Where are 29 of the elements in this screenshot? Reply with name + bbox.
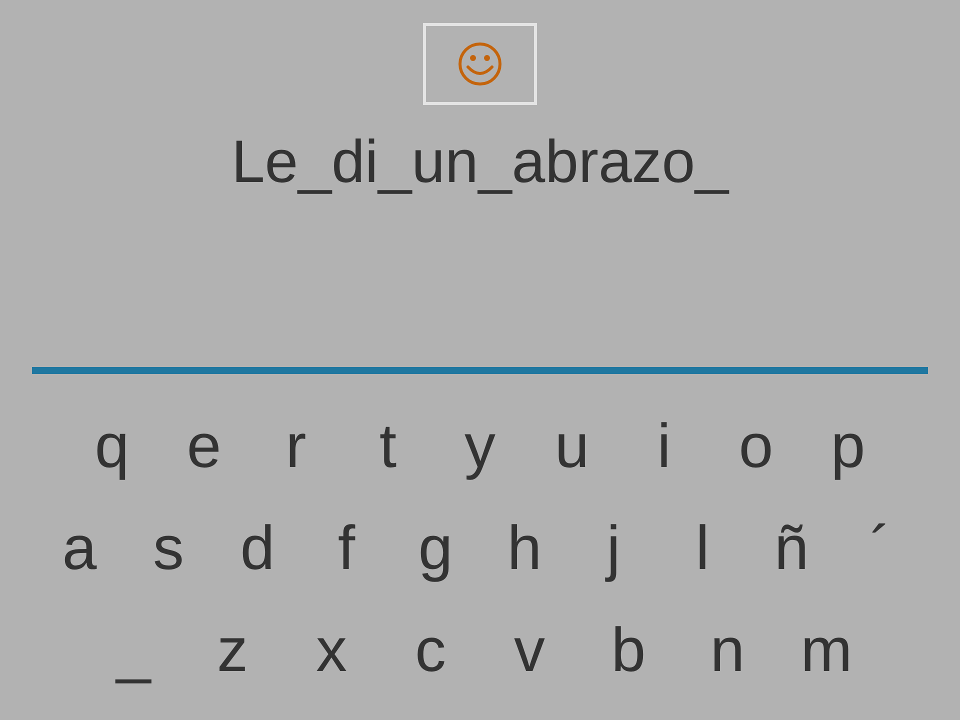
letter-key[interactable]: z [183,611,282,691]
letter-key[interactable]: x [282,611,381,691]
letter-key[interactable]: ñ [747,509,836,589]
letter-key[interactable]: g [391,509,480,589]
letter-key[interactable]: _ [84,611,183,691]
letter-key[interactable]: l [658,509,747,589]
letter-key[interactable]: a [35,509,124,589]
letter-key[interactable]: y [434,407,526,487]
letter-key[interactable]: h [480,509,569,589]
letter-key[interactable]: o [710,407,802,487]
smiley-icon [458,42,502,86]
letter-key[interactable]: p [802,407,894,487]
letter-key[interactable]: m [777,611,876,691]
letter-key[interactable]: q [66,407,158,487]
letter-key[interactable]: u [526,407,618,487]
letter-key[interactable]: t [342,407,434,487]
letter-key[interactable]: v [480,611,579,691]
letter-key[interactable]: n [678,611,777,691]
letter-key[interactable]: j [569,509,658,589]
letter-key[interactable]: s [124,509,213,589]
letter-key[interactable]: ´ [836,509,925,589]
letter-key[interactable]: r [250,407,342,487]
letter-key[interactable]: b [579,611,678,691]
letter-key[interactable]: c [381,611,480,691]
letter-key[interactable]: d [213,509,302,589]
letter-key[interactable]: i [618,407,710,487]
letter-key[interactable]: e [158,407,250,487]
letter-key[interactable]: f [302,509,391,589]
sentence-text: Le_di_un_abrazo_ [231,127,729,197]
